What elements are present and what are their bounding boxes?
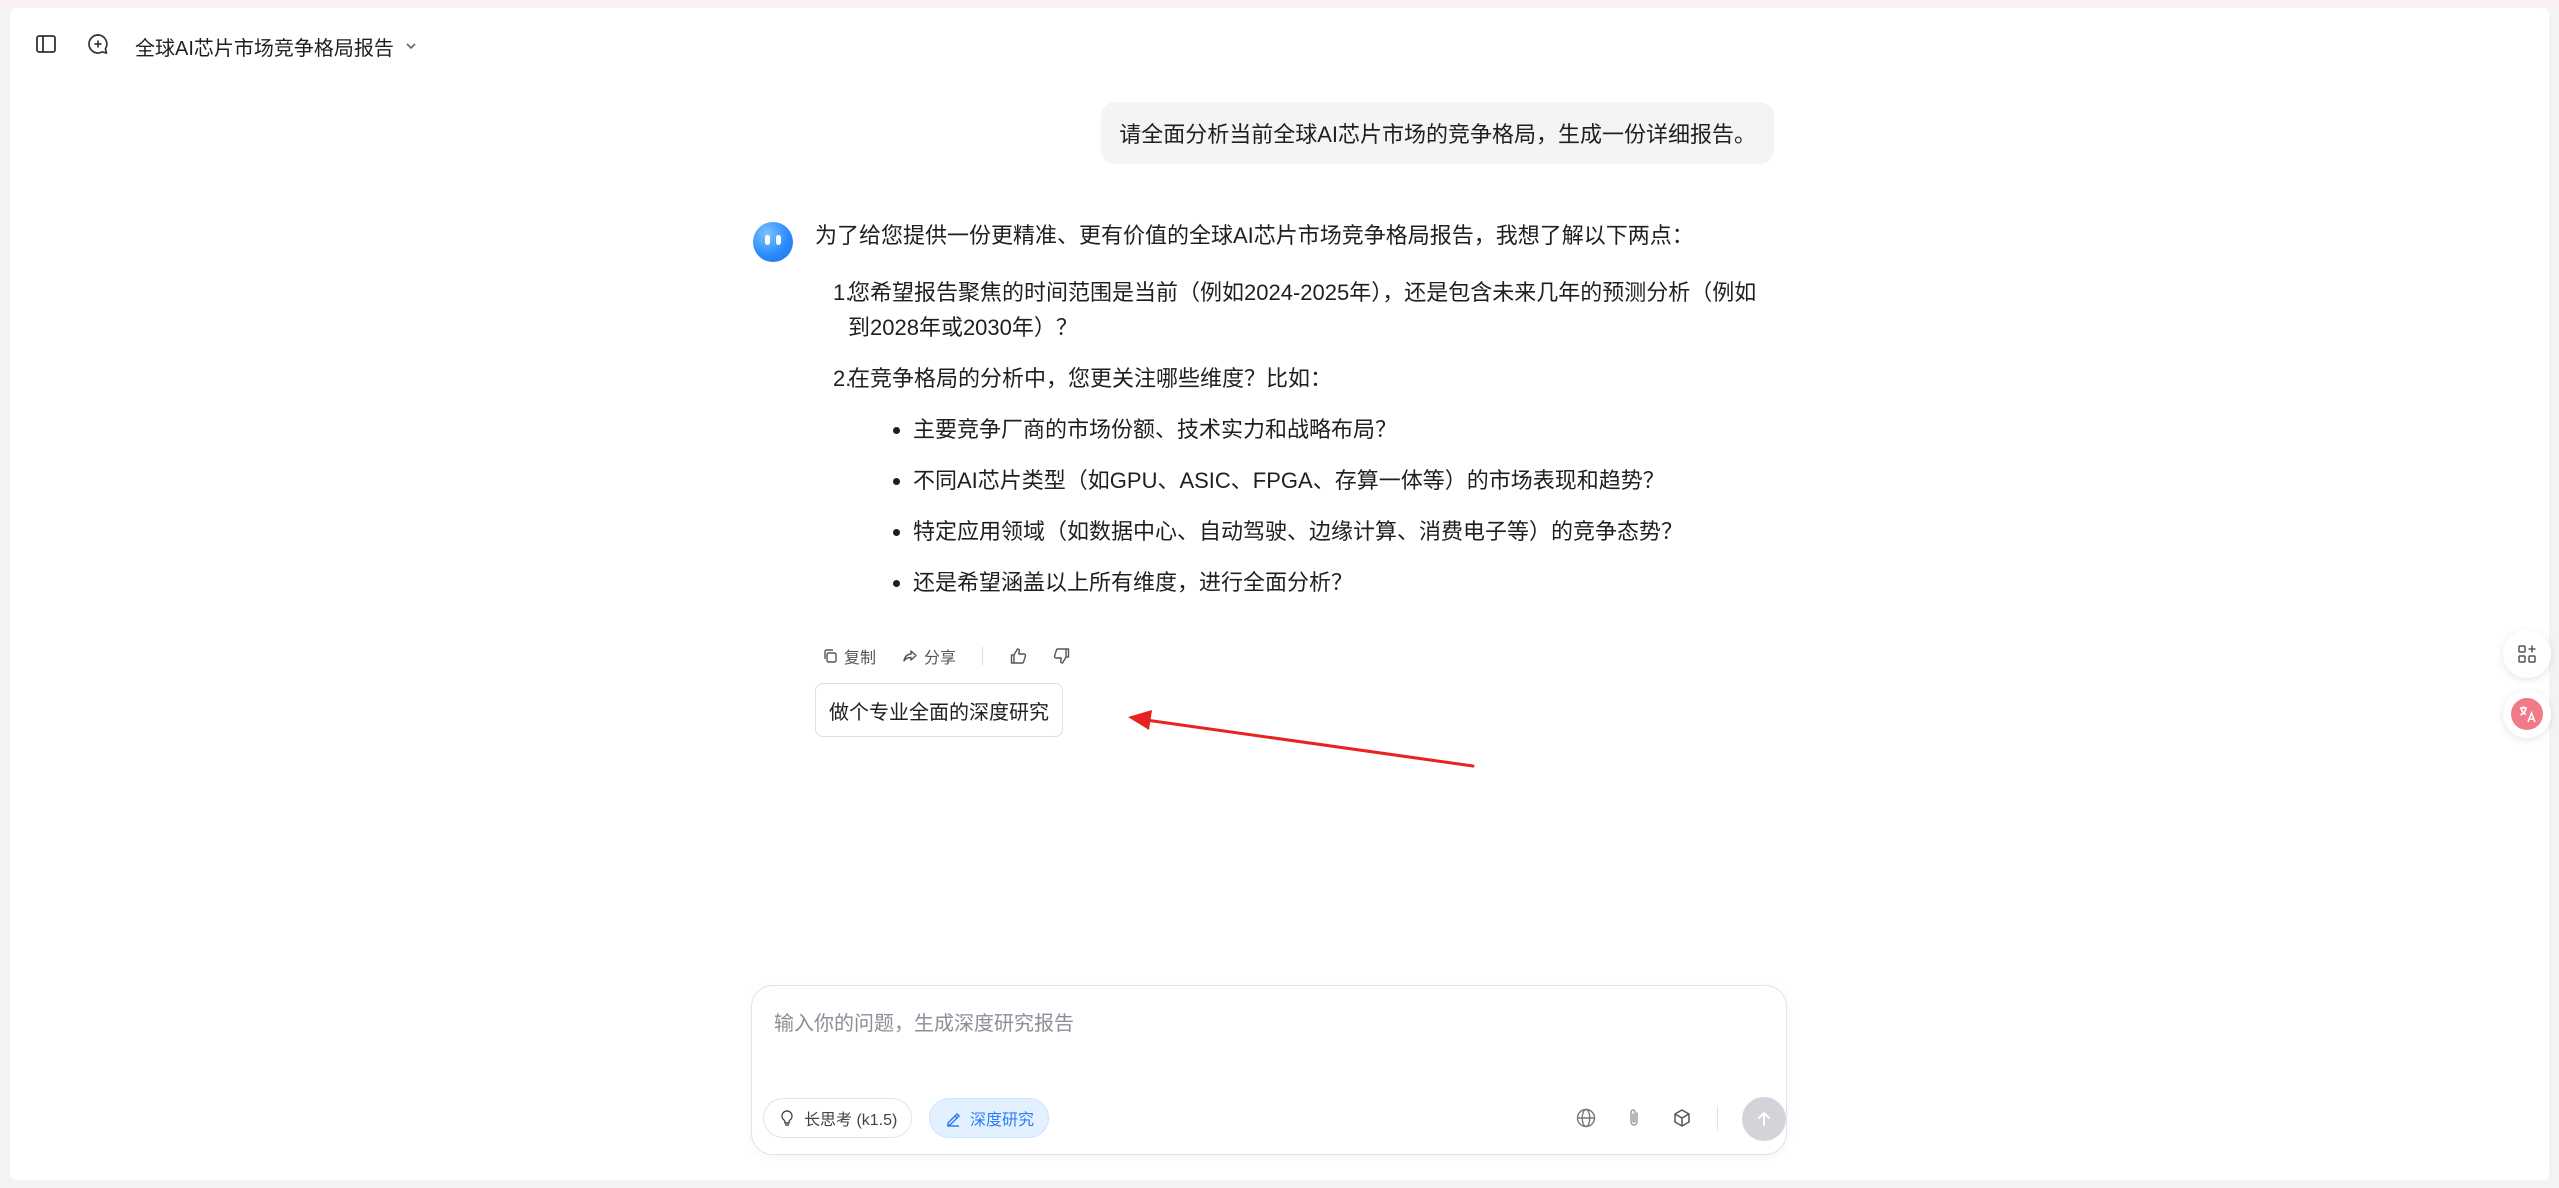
annotation-arrow-line: [1144, 718, 1475, 768]
main-window: 全球AI芯片市场竞争格局报告 请全面分析当前全球AI芯片市场的竞争格局，生成一份…: [10, 8, 2551, 1180]
attach-button[interactable]: [1618, 1102, 1650, 1134]
tools-divider: [1717, 1106, 1718, 1130]
web-search-button[interactable]: [1570, 1102, 1602, 1134]
translate-icon: [2511, 698, 2543, 730]
top-accent-line: [0, 0, 2559, 6]
arrow-up-icon: [1758, 1112, 1770, 1126]
send-button[interactable]: [1742, 1097, 1786, 1141]
deep-research-toggle[interactable]: 深度研究: [929, 1098, 1050, 1138]
globe-icon: [1576, 1108, 1596, 1128]
apps-float-button[interactable]: [2503, 630, 2551, 678]
deep-research-label: 深度研究: [970, 1112, 1035, 1129]
annotation-arrow-head: [1128, 710, 1152, 730]
composer: 长思考 (k1.5) 深度研究: [751, 985, 1787, 1155]
model-button[interactable]: [1666, 1102, 1698, 1134]
lightbulb-icon: [781, 1110, 793, 1126]
translate-float-button[interactable]: [2503, 690, 2551, 738]
research-icon: [947, 1112, 961, 1127]
apps-add-icon: [2518, 645, 2536, 663]
question-input[interactable]: [774, 1006, 1674, 1042]
cube-icon: [1674, 1109, 1690, 1127]
paperclip-icon: [1630, 1109, 1638, 1126]
long-think-toggle[interactable]: 长思考 (k1.5): [763, 1098, 913, 1138]
long-think-label: 长思考 (k1.5): [804, 1112, 898, 1129]
